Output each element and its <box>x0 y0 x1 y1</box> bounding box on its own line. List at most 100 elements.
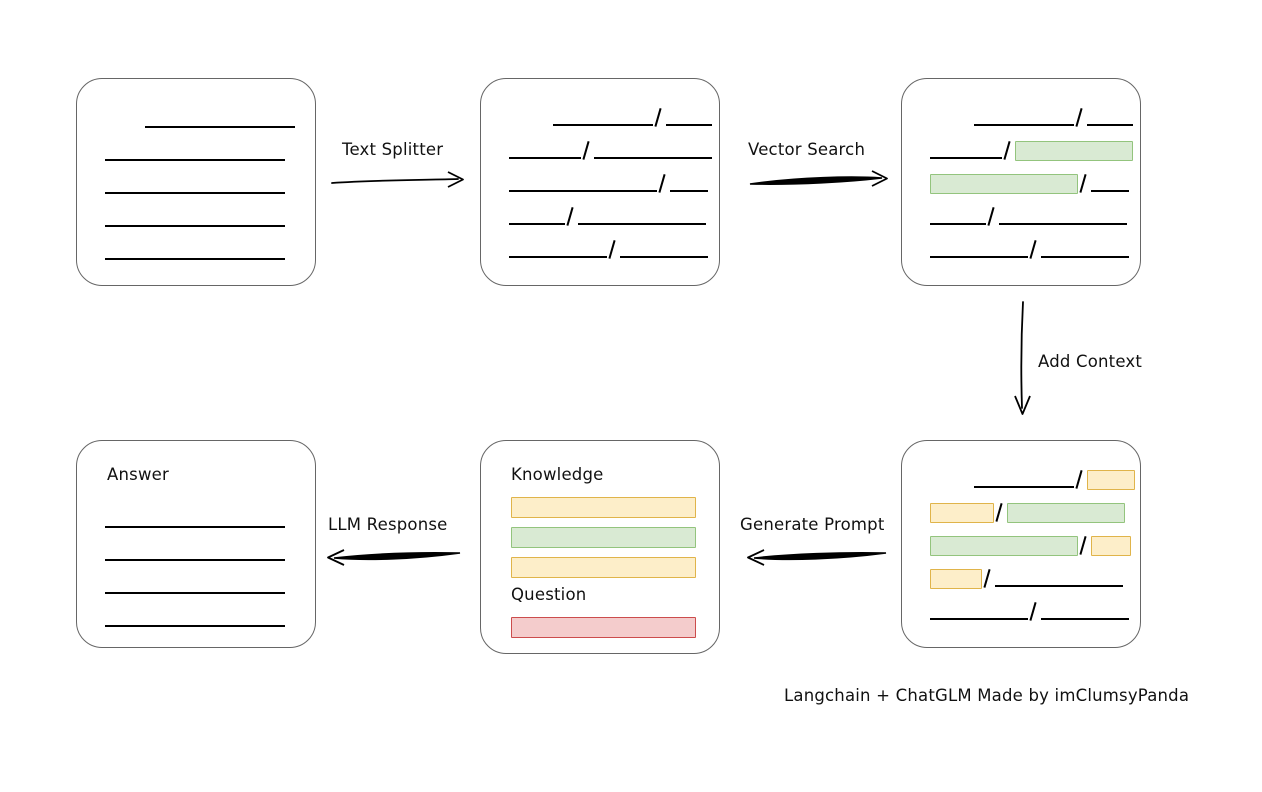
chunk-separator-slash <box>1078 173 1091 195</box>
source-document-box[interactable] <box>76 78 316 286</box>
knowledge-chunk-bar-yellow[interactable] <box>511 557 696 578</box>
arrow-label-generate-prompt: Generate Prompt <box>740 515 885 534</box>
chunk-separator-slash <box>1074 107 1087 129</box>
text-line-segment <box>974 107 1074 129</box>
question-bar-red[interactable] <box>511 617 696 638</box>
chunk-separator-slash <box>1028 239 1041 261</box>
highlight-chunk-green[interactable] <box>1007 503 1125 523</box>
document-line-row <box>509 173 708 195</box>
answer-box[interactable]: Answer <box>76 440 316 648</box>
chunk-separator-slash <box>994 502 1007 524</box>
highlight-chunk-green[interactable] <box>930 536 1078 556</box>
generated-prompt-box[interactable]: Knowledge Question <box>480 440 720 654</box>
chunk-separator-slash <box>581 140 594 162</box>
diagram-canvas: Knowledge Question Answer Text Splitter V… <box>0 0 1262 792</box>
arrow-text-splitter: Text Splitter <box>330 140 470 190</box>
arrow-label-text-splitter: Text Splitter <box>342 140 444 159</box>
arrow-line-add-context <box>1014 301 1031 415</box>
arrow-generate-prompt: Generate Prompt <box>740 515 890 566</box>
document-line-row <box>930 140 1133 162</box>
document-line-row <box>509 239 708 261</box>
knowledge-chunk-bar-yellow[interactable] <box>511 497 696 518</box>
arrow-line-generate-prompt <box>747 549 887 566</box>
document-line-row <box>105 608 285 630</box>
document-line-row <box>930 502 1125 524</box>
text-line-segment <box>670 173 708 195</box>
chunk-separator-slash <box>565 206 578 228</box>
text-line-segment <box>999 206 1127 228</box>
text-line-segment <box>995 568 1123 590</box>
text-line-segment <box>974 469 1074 491</box>
text-line-segment <box>1041 601 1129 623</box>
knowledge-label: Knowledge <box>511 465 604 484</box>
document-line-row <box>930 568 1123 590</box>
text-line-segment <box>509 206 565 228</box>
text-line-segment <box>105 608 285 630</box>
text-line-segment <box>105 575 285 597</box>
document-line-row <box>105 241 285 263</box>
text-line-segment <box>105 241 285 263</box>
question-label: Question <box>511 585 587 604</box>
split-chunks-box[interactable] <box>480 78 720 286</box>
text-line-segment <box>105 175 285 197</box>
answer-label: Answer <box>107 465 169 484</box>
document-line-row <box>509 206 706 228</box>
chunk-separator-slash <box>982 568 995 590</box>
vector-search-results-box[interactable] <box>901 78 1141 286</box>
document-line-row <box>105 575 285 597</box>
arrow-label-llm-response: LLM Response <box>328 515 448 534</box>
document-line-row <box>509 140 712 162</box>
arrow-line-vector-search <box>749 170 888 187</box>
arrow-line-text-splitter <box>331 171 464 188</box>
highlight-chunk-yellow[interactable] <box>930 569 982 589</box>
chunk-separator-slash <box>657 173 670 195</box>
document-line-row <box>930 173 1129 195</box>
document-line-row <box>974 469 1135 491</box>
document-line-row <box>105 208 285 230</box>
text-line-segment <box>930 239 1028 261</box>
text-line-segment <box>1087 107 1133 129</box>
text-line-segment <box>553 107 653 129</box>
highlight-chunk-yellow[interactable] <box>930 503 994 523</box>
knowledge-chunk-bar-green[interactable] <box>511 527 696 548</box>
document-line-row <box>930 535 1131 557</box>
credit-text: Langchain + ChatGLM Made by imClumsyPand… <box>784 686 1190 705</box>
highlight-chunk-green[interactable] <box>1015 141 1133 161</box>
document-line-row <box>105 175 285 197</box>
text-line-segment <box>930 206 986 228</box>
document-line-row <box>974 107 1133 129</box>
document-line-row <box>105 509 285 531</box>
text-line-segment <box>105 509 285 531</box>
highlight-chunk-yellow[interactable] <box>1087 470 1135 490</box>
document-line-row <box>930 206 1127 228</box>
arrow-vector-search: Vector Search <box>748 140 893 190</box>
chunk-separator-slash <box>1074 469 1087 491</box>
text-line-segment <box>145 109 295 131</box>
document-line-row <box>553 107 712 129</box>
text-line-segment <box>105 208 285 230</box>
document-line-row <box>145 109 295 131</box>
highlight-chunk-yellow[interactable] <box>1091 536 1131 556</box>
text-line-segment <box>509 173 657 195</box>
document-line-row <box>930 601 1129 623</box>
text-line-segment <box>1041 239 1129 261</box>
text-line-segment <box>105 142 285 164</box>
chunk-separator-slash <box>653 107 666 129</box>
text-line-segment <box>105 542 285 564</box>
text-line-segment <box>594 140 712 162</box>
arrow-add-context: Add Context <box>1012 300 1162 420</box>
text-line-segment <box>509 239 607 261</box>
document-line-row <box>105 542 285 564</box>
text-line-segment <box>930 140 1002 162</box>
chunk-separator-slash <box>1002 140 1015 162</box>
text-line-segment <box>666 107 712 129</box>
chunk-separator-slash <box>1078 535 1091 557</box>
text-line-segment <box>509 140 581 162</box>
document-line-row <box>930 239 1129 261</box>
highlight-chunk-green[interactable] <box>930 174 1078 194</box>
context-added-box[interactable] <box>901 440 1141 648</box>
arrow-llm-response: LLM Response <box>320 515 465 566</box>
chunk-separator-slash <box>1028 601 1041 623</box>
arrow-line-llm-response <box>327 549 461 566</box>
text-line-segment <box>1091 173 1129 195</box>
